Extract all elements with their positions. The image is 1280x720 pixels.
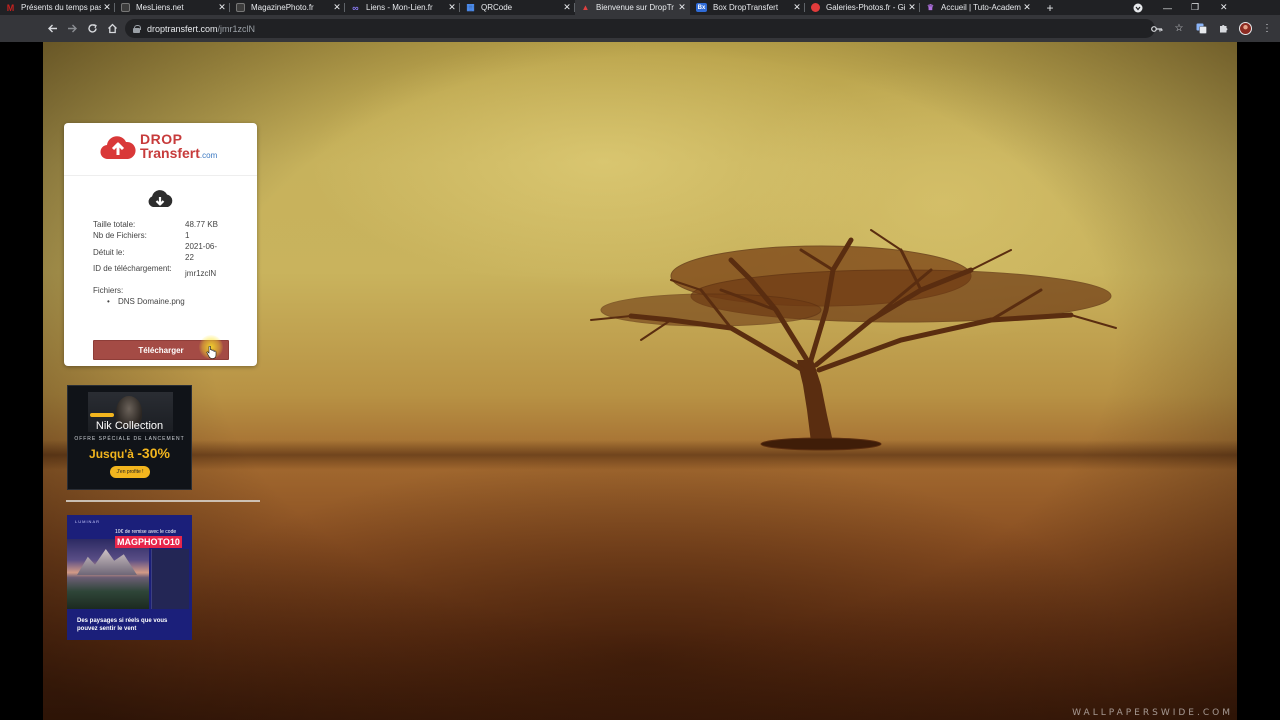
tab-4[interactable]: ▦ QRCode ✕ bbox=[460, 0, 575, 15]
list-item: DNS Domaine.png bbox=[107, 297, 185, 306]
close-icon[interactable]: ✕ bbox=[331, 2, 343, 13]
logo-text-2: Transfert.com bbox=[140, 145, 218, 161]
url-path: /jmr1zclN bbox=[217, 23, 256, 34]
tab-7[interactable]: Galeries-Photos.fr - Gi ✕ bbox=[805, 0, 920, 15]
star-icon[interactable]: ☆ bbox=[1172, 22, 1186, 36]
editor-panel-image bbox=[151, 549, 189, 609]
ad-cta-button[interactable]: J'en profite ! bbox=[110, 466, 150, 478]
tab-5[interactable]: ▲ Bienvenue sur DropTr ✕ bbox=[575, 0, 690, 15]
tab-0[interactable]: M Présents du temps pas ✕ bbox=[0, 0, 115, 15]
menu-icon[interactable]: ⋮ bbox=[1260, 22, 1274, 36]
tab-title: Bienvenue sur DropTr bbox=[596, 3, 674, 12]
reload-icon[interactable] bbox=[82, 19, 102, 39]
page-viewport: WALLPAPERSWIDE.COM DROP Transfert.com Ta… bbox=[43, 42, 1237, 720]
info-value: 48.77 KB bbox=[185, 220, 218, 229]
tab-title: QRCode bbox=[481, 3, 513, 12]
ad-copy: Des paysages si réels que vous pouvez se… bbox=[77, 618, 168, 632]
lock-icon[interactable] bbox=[133, 24, 141, 33]
ad-banner-luminar[interactable]: LUMINAR 10€ de remise avec le code MAGPH… bbox=[67, 515, 192, 640]
tab-6[interactable]: Bx Box DropTransfert ✕ bbox=[690, 0, 805, 15]
info-value: 2021-06-22 bbox=[185, 242, 218, 262]
tab-3[interactable]: ∞ Liens - Mon-Lien.fr ✕ bbox=[345, 0, 460, 15]
ad-discount: Jusqu'à -30% bbox=[89, 445, 170, 461]
files-label: Fichiers: bbox=[93, 286, 124, 295]
translate-icon[interactable] bbox=[1194, 22, 1208, 36]
cloud-upload-icon bbox=[100, 136, 136, 160]
divider bbox=[66, 500, 260, 502]
close-icon[interactable]: ✕ bbox=[446, 2, 458, 13]
tab-2[interactable]: MagazinePhoto.fr ✕ bbox=[230, 0, 345, 15]
close-icon[interactable]: ✕ bbox=[906, 2, 918, 13]
link-icon: ∞ bbox=[352, 2, 359, 13]
tab-title: MagazinePhoto.fr bbox=[251, 3, 314, 12]
close-icon[interactable]: ✕ bbox=[216, 2, 228, 13]
qrcode-icon: ▦ bbox=[466, 2, 475, 12]
new-tab-icon[interactable]: + bbox=[1043, 1, 1057, 15]
close-icon[interactable]: ✕ bbox=[561, 2, 573, 13]
info-value: jmr1zclN bbox=[185, 269, 217, 278]
restore-icon[interactable]: ❐ bbox=[1191, 0, 1199, 15]
droptransfert-icon: ▲ bbox=[581, 3, 590, 12]
tab-title: Liens - Mon-Lien.fr bbox=[366, 3, 433, 12]
tab-title: Box DropTransfert bbox=[713, 3, 779, 12]
ad-subtitle: OFFRE SPÉCIALE DE LANCEMENT bbox=[74, 436, 185, 442]
cloud-download-icon bbox=[148, 190, 173, 207]
url-host: droptransfert.com bbox=[147, 23, 218, 34]
extensions-icon[interactable] bbox=[1216, 22, 1230, 36]
download-card: DROP Transfert.com Taille totale: 48.77 … bbox=[64, 123, 257, 366]
tree-image bbox=[590, 229, 1117, 451]
tab-search-icon[interactable] bbox=[1133, 0, 1143, 15]
ad-banner-nik[interactable]: Nik Collection OFFRE SPÉCIALE DE LANCEME… bbox=[67, 385, 192, 490]
info-label: ID de téléchargement: bbox=[93, 264, 172, 273]
close-icon[interactable]: ✕ bbox=[1021, 2, 1033, 13]
gmail-icon: M bbox=[6, 2, 15, 13]
page-icon bbox=[236, 3, 245, 12]
tab-title: Présents du temps pas bbox=[21, 3, 101, 12]
tab-title: Accueil | Tuto-Academ bbox=[941, 3, 1021, 12]
avatar[interactable] bbox=[1238, 22, 1252, 36]
back-icon[interactable] bbox=[42, 19, 62, 39]
close-icon[interactable]: ✕ bbox=[101, 2, 113, 13]
toolbar-actions: ☆ ⋮ bbox=[1150, 19, 1274, 38]
ad-promo-code: MAGPHOTO10 bbox=[115, 536, 182, 548]
info-label: Détuit le: bbox=[93, 248, 125, 257]
tab-title: Galeries-Photos.fr - Gi bbox=[826, 3, 906, 12]
hand-cursor-icon bbox=[206, 346, 217, 359]
minimize-icon[interactable]: — bbox=[1163, 0, 1172, 15]
page-icon bbox=[121, 3, 130, 12]
close-icon[interactable]: ✕ bbox=[791, 2, 803, 13]
logo-suffix: .com bbox=[199, 151, 218, 160]
galeries-icon bbox=[811, 3, 820, 12]
tab-1[interactable]: MesLiens.net ✕ bbox=[115, 0, 230, 15]
forward-icon[interactable] bbox=[62, 19, 82, 39]
ad-brand: LUMINAR bbox=[75, 519, 101, 524]
ad-promo: 10€ de remise avec le code bbox=[115, 529, 177, 535]
key-icon[interactable] bbox=[1150, 22, 1164, 36]
tab-strip: M Présents du temps pas ✕ MesLiens.net ✕… bbox=[0, 0, 1280, 15]
info-value: 1 bbox=[185, 231, 190, 240]
box-icon: Bx bbox=[696, 3, 707, 12]
tab-title: MesLiens.net bbox=[136, 3, 184, 12]
watermark: WALLPAPERSWIDE.COM bbox=[1072, 708, 1233, 718]
address-bar[interactable]: droptransfert.com /jmr1zclN bbox=[125, 19, 1155, 38]
info-label: Taille totale: bbox=[93, 220, 136, 229]
close-window-icon[interactable]: ✕ bbox=[1220, 0, 1228, 15]
home-icon[interactable] bbox=[102, 19, 122, 39]
tuto-icon: ♛ bbox=[926, 3, 935, 12]
info-label: Nb de Fichiers: bbox=[93, 231, 147, 240]
close-icon[interactable]: ✕ bbox=[676, 2, 688, 13]
tab-8[interactable]: ♛ Accueil | Tuto-Academ ✕ bbox=[920, 0, 1035, 15]
ad-title: Nik Collection bbox=[95, 420, 164, 432]
logo[interactable]: DROP Transfert.com bbox=[100, 131, 230, 165]
logo-text: DROP bbox=[140, 131, 183, 147]
divider bbox=[64, 175, 257, 176]
